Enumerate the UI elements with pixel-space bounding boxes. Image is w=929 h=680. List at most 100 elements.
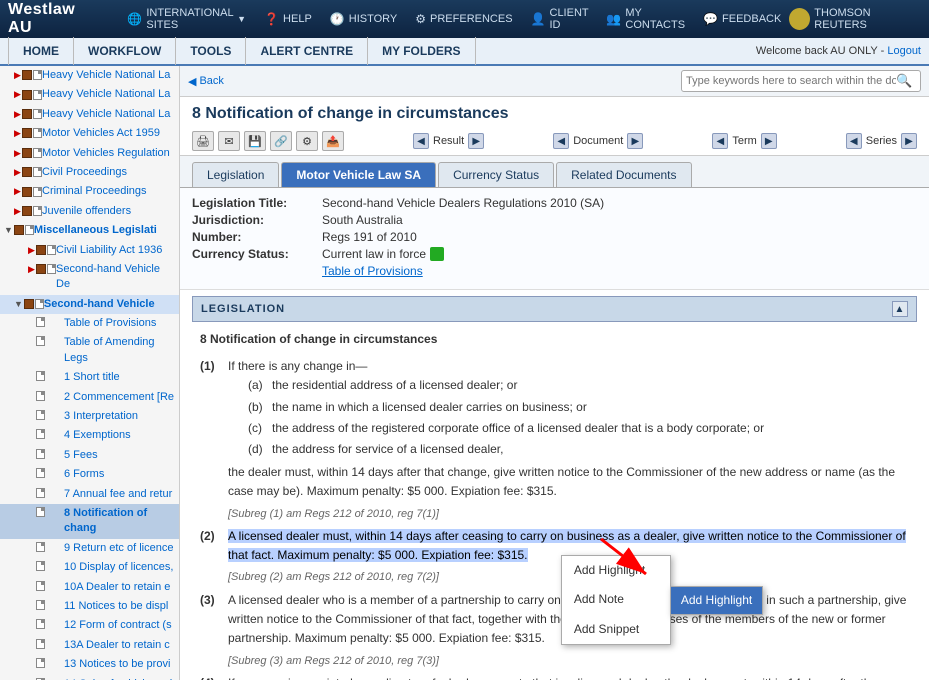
metadata-section: Legislation Title: Second-hand Vehicle D… <box>180 188 929 290</box>
email-button[interactable]: ✉ <box>218 131 240 151</box>
alert-centre-nav[interactable]: ALERT CENTRE <box>246 37 368 65</box>
content-area: ◀ Back 🔍 8 Notification of change in cir… <box>180 66 929 680</box>
red-arrow-indicator <box>591 529 671 595</box>
section-heading: 8 Notification of change in circumstance… <box>200 330 909 349</box>
jurisdiction-row: Jurisdiction: South Australia <box>192 213 917 227</box>
my-folders-nav[interactable]: MY FOLDERS <box>368 37 475 65</box>
provision-1-continuation: the dealer must, within 14 days after th… <box>228 463 909 501</box>
back-button[interactable]: ◀ Back <box>188 75 224 88</box>
result-prev-button[interactable]: ◀ <box>413 133 429 149</box>
sidebar-item-criminal-proceedings[interactable]: ▶ Criminal Proceedings <box>0 182 179 201</box>
app-logo: Westlaw AU <box>8 1 99 37</box>
sidebar-item-civil-proceedings[interactable]: ▶ Civil Proceedings <box>0 163 179 182</box>
help-nav[interactable]: ❓ HELP <box>256 8 320 30</box>
series-next-button[interactable]: ▶ <box>901 133 917 149</box>
sidebar-item-13a-dealer[interactable]: 13A Dealer to retain c <box>0 636 179 655</box>
international-sites-nav[interactable]: 🌐 INTERNATIONAL SITES ▼ <box>119 3 254 35</box>
sidebar-item-6-forms[interactable]: 6 Forms <box>0 465 179 484</box>
term-prev-button[interactable]: ◀ <box>712 133 728 149</box>
history-nav[interactable]: 🕐 HISTORY <box>322 8 405 30</box>
thomson-reuters-brand: THOMSON REUTERS <box>789 7 921 31</box>
series-prev-button[interactable]: ◀ <box>846 133 862 149</box>
sidebar-item-10a-dealer[interactable]: 10A Dealer to retain e <box>0 578 179 597</box>
currency-status-icon <box>430 247 444 261</box>
currency-value: Current law in force <box>322 247 444 261</box>
sidebar-item-11-notices[interactable]: 11 Notices to be displ <box>0 597 179 616</box>
sidebar-item-second-hand-vehicle-de[interactable]: ▶ Second-hand Vehicle De <box>0 260 179 295</box>
provision-2: (2) A licensed dealer must, within 14 da… <box>200 527 909 565</box>
sidebar-item-motor-vehicles-reg[interactable]: ▶ Motor Vehicles Regulation <box>0 144 179 163</box>
tab-legislation[interactable]: Legislation <box>192 162 279 187</box>
provision-1: (1) If there is any change in— (a) the r… <box>200 357 909 501</box>
sidebar-item-juvenile-offenders[interactable]: ▶ Juvenile offenders <box>0 202 179 221</box>
tab-related-documents[interactable]: Related Documents <box>556 162 691 187</box>
provision-4-content: If a person is appointed as a director o… <box>228 674 909 680</box>
sidebar-item-1-short-title[interactable]: 1 Short title <box>0 368 179 387</box>
term-next-button[interactable]: ▶ <box>761 133 777 149</box>
sidebar-item-2-commencement[interactable]: 2 Commencement [Re <box>0 388 179 407</box>
sidebar-item-heavy-vehicle-1[interactable]: ▶ Heavy Vehicle National La <box>0 66 179 85</box>
legislation-title-value: Second-hand Vehicle Dealers Regulations … <box>322 196 604 210</box>
sidebar-item-12-form[interactable]: 12 Form of contract (s <box>0 616 179 635</box>
document-prev-button[interactable]: ◀ <box>553 133 569 149</box>
sidebar-item-10-display[interactable]: 10 Display of licences, <box>0 558 179 577</box>
provision-2-content: A licensed dealer must, within 14 days a… <box>228 527 909 565</box>
sidebar-item-13-notices[interactable]: 13 Notices to be provi <box>0 655 179 674</box>
speech-icon: 💬 <box>703 12 718 26</box>
term-nav-label: Term <box>732 135 756 147</box>
tab-currency-status[interactable]: Currency Status <box>438 162 554 187</box>
provision-2-num: (2) <box>200 527 228 565</box>
top-bar: Westlaw AU 🌐 INTERNATIONAL SITES ▼ ❓ HEL… <box>0 0 929 38</box>
page-title: 8 Notification of change in circumstance… <box>180 97 929 127</box>
workflow-nav[interactable]: WORKFLOW <box>74 37 176 65</box>
print-button[interactable]: 🖨 <box>192 131 214 151</box>
number-row: Number: Regs 191 of 2010 <box>192 230 917 244</box>
clock-icon: 🕐 <box>330 12 345 26</box>
preferences-nav[interactable]: ⚙ PREFERENCES <box>407 8 520 30</box>
home-nav[interactable]: HOME <box>8 37 74 65</box>
chevron-down-icon: ▼ <box>237 14 246 24</box>
document-search-box[interactable]: 🔍 <box>681 70 921 92</box>
sidebar-item-table-of-provisions[interactable]: Table of Provisions <box>0 314 179 333</box>
table-of-provisions-link[interactable]: Table of Provisions <box>322 264 423 278</box>
link-button[interactable]: 🔗 <box>270 131 292 151</box>
client-id-nav[interactable]: 👤 CLIENT ID <box>523 3 597 35</box>
add-snippet-menu-item[interactable]: Add Snippet <box>562 615 670 644</box>
main-layout: ▶ Heavy Vehicle National La ▶ Heavy Vehi… <box>0 66 929 680</box>
sidebar-item-second-hand-vehicle[interactable]: ▼ Second-hand Vehicle <box>0 295 179 314</box>
export-button[interactable]: 📤 <box>322 131 344 151</box>
document-search-input[interactable] <box>686 75 896 87</box>
feedback-nav[interactable]: 💬 FEEDBACK <box>695 8 789 30</box>
sidebar-item-4-exemptions[interactable]: 4 Exemptions <box>0 426 179 445</box>
provision-3-num: (3) <box>200 591 228 649</box>
add-highlight-sub-button[interactable]: Add Highlight <box>671 587 762 614</box>
sidebar-item-5-fees[interactable]: 5 Fees <box>0 446 179 465</box>
save-button[interactable]: 💾 <box>244 131 266 151</box>
sidebar-item-civil-liability[interactable]: ▶ Civil Liability Act 1936 <box>0 241 179 260</box>
contacts-icon: 👥 <box>606 12 621 26</box>
my-contacts-nav[interactable]: 👥 MY CONTACTS <box>598 3 693 35</box>
scroll-up-button[interactable]: ▲ <box>892 301 908 317</box>
context-menu-sub: Add Highlight <box>670 586 763 615</box>
currency-label: Currency Status: <box>192 247 322 261</box>
provision-4-num: (4) <box>200 674 228 680</box>
tab-motor-vehicle-law-sa[interactable]: Motor Vehicle Law SA <box>281 162 436 187</box>
result-next-button[interactable]: ▶ <box>468 133 484 149</box>
document-next-button[interactable]: ▶ <box>627 133 643 149</box>
sidebar-item-7-annual-fee[interactable]: 7 Annual fee and retur <box>0 485 179 504</box>
sidebar-item-8-notification[interactable]: 8 Notification of chang <box>0 504 179 539</box>
tools-nav[interactable]: TOOLS <box>176 37 246 65</box>
sidebar-item-14-sale[interactable]: 14 Sale of vehicle and <box>0 675 179 680</box>
sidebar-item-heavy-vehicle-2[interactable]: ▶ Heavy Vehicle National La <box>0 85 179 104</box>
settings-button[interactable]: ⚙ <box>296 131 318 151</box>
second-nav-bar: HOME WORKFLOW TOOLS ALERT CENTRE MY FOLD… <box>0 38 929 66</box>
logout-link[interactable]: Logout <box>887 45 921 57</box>
sidebar-item-motor-vehicles-act[interactable]: ▶ Motor Vehicles Act 1959 <box>0 124 179 143</box>
sidebar-item-3-interpretation[interactable]: 3 Interpretation <box>0 407 179 426</box>
sub-provision-1a: (a) the residential address of a license… <box>228 376 909 395</box>
sidebar-item-table-amending[interactable]: Table of Amending Legs <box>0 333 179 368</box>
sub-provision-1b: (b) the name in which a licensed dealer … <box>228 398 909 417</box>
sidebar-item-heavy-vehicle-3[interactable]: ▶ Heavy Vehicle National La <box>0 105 179 124</box>
sidebar-item-miscellaneous-legislati[interactable]: ▼ Miscellaneous Legislati <box>0 221 179 240</box>
sidebar-item-9-return[interactable]: 9 Return etc of licence <box>0 539 179 558</box>
